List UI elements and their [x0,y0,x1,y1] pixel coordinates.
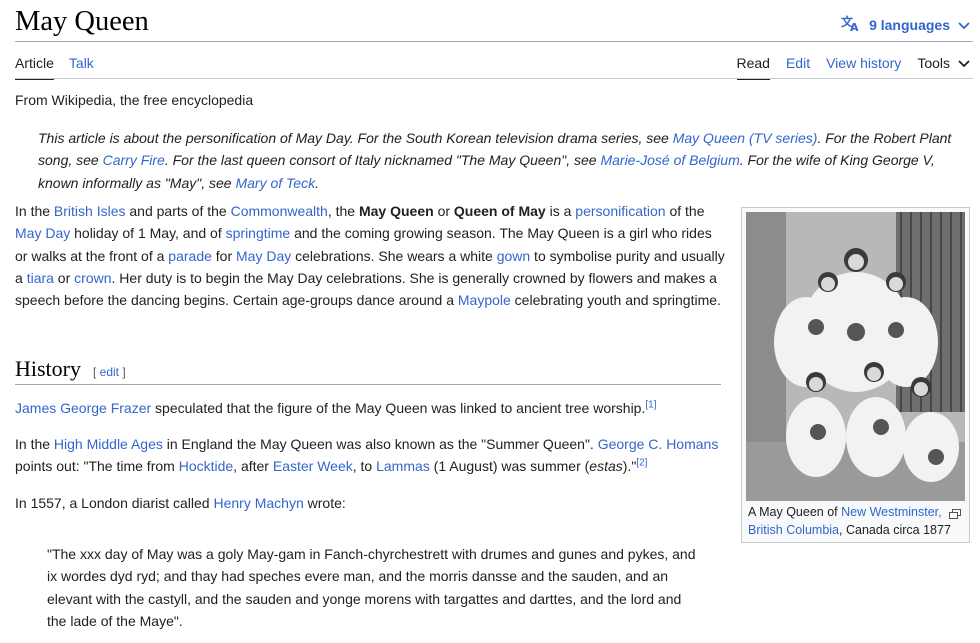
page-title: May Queen [15,6,149,37]
link-crown[interactable]: crown [74,270,111,286]
link-marie-jose[interactable]: Marie-José of Belgium [600,152,739,168]
text: (1 August) was summer ( [429,458,590,475]
text: for [211,247,237,264]
link-maypole[interactable]: Maypole [458,292,511,308]
section-heading-history: History [ edit ] [15,356,721,385]
link-mary-of-teck[interactable]: Mary of Teck [235,175,315,191]
text: speculated that the figure of the May Qu… [151,400,646,416]
text: or [53,269,75,286]
history-heading: History [15,356,81,381]
link-carry-fire[interactable]: Carry Fire [103,152,165,168]
infobox-figure: A May Queen of New Westminster, British … [741,207,970,543]
text: and parts of the [125,203,231,219]
link-tiara[interactable]: tiara [27,270,54,286]
link-high-middle-ages[interactable]: High Middle Ages [54,436,163,452]
link-hocktide[interactable]: Hocktide [179,458,233,474]
link-may-day[interactable]: May Day [15,225,70,241]
link-may-day[interactable]: May Day [236,248,291,264]
chevron-down-icon [958,55,970,71]
languages-label[interactable]: 9 languages [869,17,950,33]
link-henry-machyn[interactable]: Henry Machyn [213,495,303,511]
link-parade[interactable]: parade [168,248,212,264]
link-easter-week[interactable]: Easter Week [273,458,353,474]
text: or [433,203,454,219]
citation-1[interactable]: [1] [645,399,656,410]
link-springtime[interactable]: springtime [226,225,291,241]
text: of the [665,203,705,219]
hatnote: This article is about the personificatio… [38,127,953,194]
text: wrote: [303,495,346,511]
link-gown[interactable]: gown [497,248,530,264]
tab-edit[interactable]: Edit [786,55,810,71]
bracket: [ [93,365,100,379]
figure-caption: A May Queen of New Westminster, British … [748,504,963,539]
text: in England the May Queen was also known … [162,436,598,452]
title-divider [15,41,973,42]
tab-article[interactable]: Article [15,55,54,80]
caption-text: A May Queen of [748,505,842,519]
enlarge-icon[interactable] [949,506,961,522]
text: In the [15,203,54,219]
history-paragraph-1: James George Frazer speculated that the … [15,397,725,419]
italic-term: estas [589,458,623,475]
caption-text: , Canada circa 1877 [839,522,951,537]
tab-talk[interactable]: Talk [69,55,94,71]
site-tagline: From Wikipedia, the free encyclopedia [15,92,254,108]
tab-read[interactable]: Read [736,55,771,80]
text: , after [233,458,273,475]
tools-menu[interactable]: Tools [917,55,970,71]
link-may-queen-tv[interactable]: May Queen (TV series) [673,130,818,146]
tools-label[interactable]: Tools [917,55,950,71]
history-paragraph-2: In the High Middle Ages in England the M… [15,433,725,478]
tabs-divider [15,78,973,79]
blockquote: "The xxx day of May was a goly May-gam i… [47,546,696,629]
text: , to [352,458,377,475]
bracket: ] [119,365,126,379]
text: holiday of 1 May, and of [70,225,226,242]
text: , the [327,203,359,219]
view-tabs: Read Edit View history Tools [736,55,971,80]
section-edit: [ edit ] [93,365,126,379]
lead-paragraph: In the British Isles and parts of the Co… [15,200,725,311]
language-selector[interactable]: 文 A 9 languages [841,14,970,35]
link-british-isles[interactable]: British Isles [54,203,126,219]
hatnote-text: . For the last queen consort of Italy ni… [164,152,601,169]
text: In the [15,436,54,452]
link-homans[interactable]: George C. Homans [598,436,719,452]
svg-text:A: A [850,21,859,32]
chevron-down-icon [958,17,970,33]
text: celebrating youth and springtime. [510,292,721,309]
bold-term: Queen of May [453,203,546,219]
text: )." [622,458,637,475]
edit-section-link[interactable]: edit [100,365,119,379]
link-lammas[interactable]: Lammas [376,458,430,474]
translate-icon: 文 A [841,14,861,35]
link-frazer[interactable]: James George Frazer [15,400,151,416]
link-commonwealth[interactable]: Commonwealth [231,203,328,219]
may-queen-photo[interactable] [746,212,965,501]
text: points out: "The time from [15,458,179,475]
text: In 1557, a London diarist called [15,495,214,511]
history-paragraph-3: In 1557, a London diarist called Henry M… [15,492,725,514]
text: celebrations. She wears a white [291,247,497,264]
link-personification[interactable]: personification [575,203,665,219]
bold-term: May Queen [358,203,434,219]
citation-2[interactable]: [2] [636,458,647,469]
hatnote-text: This article is about the personificatio… [38,130,673,146]
text: is a [545,203,576,219]
namespace-tabs: Article Talk [15,55,94,80]
tab-view-history[interactable]: View history [826,55,901,71]
hatnote-text: . [315,174,319,191]
